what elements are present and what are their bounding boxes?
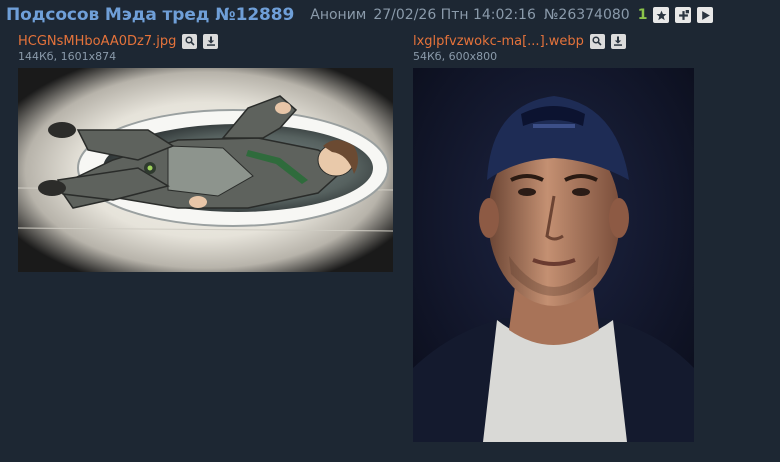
file-meta: 54Кб, 600x800 bbox=[413, 50, 498, 63]
image-search-button[interactable] bbox=[589, 33, 605, 49]
file-name-link[interactable]: HCGNsMHboAA0Dz7.jpg bbox=[18, 34, 176, 49]
poster-name: Аноним bbox=[310, 7, 367, 23]
favorite-button[interactable] bbox=[653, 7, 670, 23]
file-info-2: lxglpfvzwokc-ma[...].webp 54Кб, 600x800 bbox=[413, 33, 626, 64]
portrait-photo-image bbox=[413, 68, 694, 442]
post-date: 27/02/26 Птн 14:02:16 bbox=[373, 7, 536, 23]
search-icon bbox=[185, 36, 195, 46]
file-name-link[interactable]: lxglpfvzwokc-ma[...].webp bbox=[413, 34, 584, 49]
image-thumbnail-2[interactable] bbox=[413, 68, 694, 442]
file-dimensions: 1601x874 bbox=[60, 50, 117, 63]
play-icon bbox=[702, 10, 710, 20]
download-icon bbox=[206, 36, 215, 46]
file-size: 144Кб bbox=[18, 50, 54, 63]
image-search-button[interactable] bbox=[182, 33, 198, 49]
plus-icon bbox=[679, 9, 689, 20]
download-button[interactable] bbox=[610, 33, 626, 49]
file-dimensions: 600x800 bbox=[448, 50, 498, 63]
anime-bathtub-image bbox=[18, 68, 393, 272]
reply-count[interactable]: 1 bbox=[638, 7, 648, 23]
file-size: 54Кб bbox=[413, 50, 442, 63]
image-thumbnail-1[interactable] bbox=[18, 68, 393, 272]
search-icon bbox=[592, 36, 602, 46]
post-number-link[interactable]: №26374080 bbox=[544, 7, 630, 23]
play-button[interactable] bbox=[697, 7, 714, 23]
download-icon bbox=[614, 36, 623, 46]
thread-page: Подсосов Мэда тред №12889 Аноним 27/02/2… bbox=[0, 0, 780, 462]
hide-post-button[interactable] bbox=[675, 7, 692, 23]
thread-title[interactable]: Подсосов Мэда тред №12889 bbox=[6, 5, 294, 25]
download-button[interactable] bbox=[203, 33, 219, 49]
file-meta: 144Кб, 1601x874 bbox=[18, 50, 117, 63]
star-icon bbox=[656, 10, 667, 20]
file-info-1: HCGNsMHboAA0Dz7.jpg 144Кб, 1601x874 bbox=[18, 33, 219, 64]
post-header: Подсосов Мэда тред №12889 Аноним 27/02/2… bbox=[6, 4, 714, 26]
